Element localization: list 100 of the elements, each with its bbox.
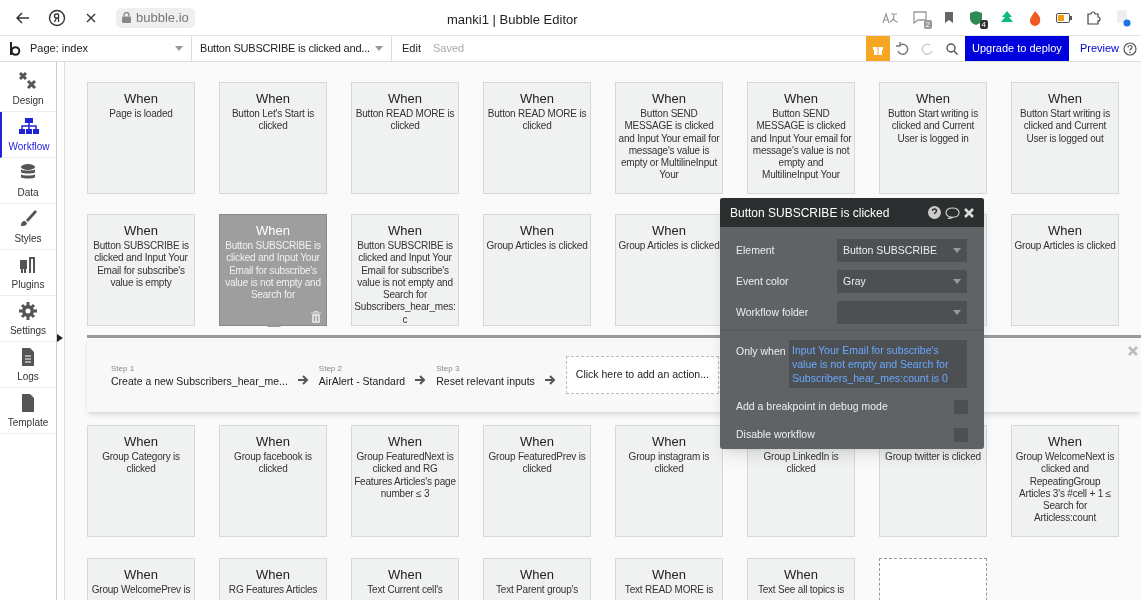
edit-menu[interactable]: Edit [402, 40, 421, 57]
event-card[interactable]: When Text Parent group's [483, 558, 591, 600]
event-card[interactable]: When Button SUBSCRIBE is clicked and Input Your Email for subscribe's value is empty [87, 214, 195, 326]
event-card[interactable]: When Group WelcomePrev is [87, 558, 195, 600]
event-description: Button SUBSCRIBE is clicked and Input Your Email for subscribe's value is not empty and Search for [224, 240, 322, 302]
event-heading: When [388, 91, 422, 107]
plugins-icon [18, 255, 38, 274]
event-card[interactable]: When Group FeaturedNext is clicked and RG Features Articles's page number ≤ 3 [351, 425, 459, 537]
dropdown-field[interactable]: Button SUBSCRIBE [837, 239, 967, 262]
event-description: Button SUBSCRIBE is clicked and Input Your Email for subscribe's value is not empty and Search for Subscribers_hear_mes:c [354, 240, 456, 325]
page-dropdown[interactable]: Page: index [22, 36, 192, 61]
event-card[interactable]: When Button READ MORE is clicked [483, 82, 591, 194]
battery-icon[interactable] [1056, 12, 1072, 23]
address-bar[interactable]: bubble.io [116, 7, 195, 28]
arrow-right-icon [544, 375, 556, 385]
event-heading: When [124, 223, 158, 239]
event-description: Button SEND MESSAGE is clicked and Input Your email for message's value is not empty and MultilineInput Your [750, 108, 852, 182]
event-heading: When [1048, 434, 1082, 450]
event-card[interactable]: When Text See all topics is [747, 558, 855, 600]
event-description: Group Articles is clicked [1014, 240, 1116, 253]
event-heading: When [652, 567, 686, 583]
expand-arrow-icon[interactable] [57, 334, 63, 342]
event-card[interactable]: When Group instagram is clicked [615, 425, 723, 537]
profile-icon[interactable] [1115, 8, 1131, 27]
dropdown-field[interactable] [837, 301, 967, 324]
event-heading: When [784, 91, 818, 107]
event-card[interactable]: When Group Articles is clicked [615, 214, 723, 326]
action-step[interactable]: Step 3 Reset relevant inputs [436, 362, 535, 388]
event-card[interactable]: When Text READ MORE is [615, 558, 723, 600]
browser-logo-icon[interactable] [48, 8, 66, 27]
event-heading: When [388, 434, 422, 450]
chat-icon[interactable] [912, 9, 928, 24]
puzzle-icon[interactable] [1086, 10, 1101, 25]
event-card[interactable]: When Button Let's Start is clicked [219, 82, 327, 194]
event-description: Group Articles is clicked [618, 240, 720, 253]
translate-icon [882, 10, 898, 25]
event-card[interactable]: When Group Articles is clicked [483, 214, 591, 326]
action-step[interactable]: Step 2 AirAlert - Standard [318, 362, 406, 388]
bookmark-icon[interactable] [944, 11, 954, 24]
help-icon[interactable] [1123, 41, 1137, 56]
dropdown-field[interactable]: Gray [837, 270, 967, 293]
bubble-logo-icon[interactable] [9, 41, 21, 56]
event-description: Group instagram is clicked [627, 451, 711, 476]
undo-icon[interactable] [895, 41, 910, 56]
preview-link[interactable]: Preview [1079, 40, 1119, 57]
event-description: Button SEND MESSAGE is clicked and Input Your email for message's value is empty or MultilineInput Your [618, 108, 720, 182]
event-description: Button Let's Start is clicked [230, 108, 316, 133]
dropdown-caret-icon [953, 310, 961, 315]
search-icon[interactable] [945, 42, 958, 55]
event-description: Button SUBSCRIBE is clicked and Input Your Email for subscribe's value is empty [92, 240, 190, 290]
event-heading: When [1048, 91, 1082, 107]
event-description: Text Parent group's [495, 584, 578, 597]
event-heading: When [520, 223, 554, 239]
event-card[interactable]: When Button SEND MESSAGE is clicked and Input Your email for message's value is not empty and MultilineInput Your [747, 82, 855, 194]
event-card[interactable]: When Text Current cell's [351, 558, 459, 600]
dropdown-caret-icon [175, 46, 183, 51]
event-heading: When [256, 91, 290, 107]
flame-icon[interactable] [1028, 9, 1042, 26]
event-card[interactable]: When Group FeaturedPrev is clicked [483, 425, 591, 537]
upgrade-button[interactable]: Upgrade to deploy [964, 36, 1069, 61]
event-card[interactable]: When Group facebook is clicked [219, 425, 327, 537]
field-label: Element [736, 242, 776, 258]
dropdown-caret-icon [953, 279, 961, 284]
event-card[interactable]: When Button Start writing is clicked and Current User is logged out [1011, 82, 1119, 194]
event-card[interactable]: When Button Start writing is clicked and Current User is logged in [879, 82, 987, 194]
styles-icon [18, 209, 38, 228]
event-description: Group facebook is clicked [233, 451, 313, 476]
event-card[interactable]: When Group Category is clicked [87, 425, 195, 537]
page-title: manki1 | Bubble Editor [447, 11, 578, 29]
event-description: Button READ MORE is clicked [354, 108, 456, 133]
workflow-dropdown[interactable]: Button SUBSCRIBE is clicked and... [192, 36, 392, 61]
field-label: Event color [736, 273, 790, 289]
event-heading: When [256, 434, 290, 450]
shield-icon[interactable] [968, 9, 984, 26]
event-card[interactable]: When Page is loaded [87, 82, 195, 194]
help-icon[interactable] [928, 206, 941, 219]
event-card[interactable]: When Button SUBSCRIBE is clicked and Input Your Email for subscribe's value is not empty and Search for Subscribers_hear_mes:c [351, 214, 459, 326]
design-icon [18, 71, 38, 90]
event-description: RG Features Articles [228, 584, 318, 597]
event-card[interactable]: When Button READ MORE is clicked [351, 82, 459, 194]
event-heading: When [256, 223, 290, 239]
event-description: Group Articles is clicked [486, 240, 588, 253]
event-card[interactable]: When RG Features Articles [219, 558, 327, 600]
action-step[interactable]: Step 1 Create a new Subscribers_hear_me... [111, 362, 288, 388]
event-description: Button Start writing is clicked and Current User is logged in [887, 108, 979, 145]
event-card[interactable]: When Button SEND MESSAGE is clicked and Input Your email for message's value is empty or MultilineInput Your [615, 82, 723, 194]
event-description: Button READ MORE is clicked [486, 108, 588, 133]
add-action-button[interactable]: Click here to add an action... [565, 356, 719, 394]
event-card[interactable]: When Group Articles is clicked [1011, 214, 1119, 326]
close-icon[interactable] [86, 12, 96, 23]
event-description: Group LinkedIn is clicked [762, 451, 840, 476]
comment-icon[interactable] [945, 206, 960, 219]
settings-icon [18, 301, 38, 320]
field-label: Workflow folder [736, 304, 810, 320]
event-heading: When [784, 567, 818, 583]
event-heading: When [1048, 223, 1082, 239]
event-heading: When [256, 567, 290, 583]
event-description: Text Current cell's [367, 584, 443, 597]
event-card[interactable]: When Group WelcomeNext is clicked and RepeatingGroup Articles 3's #cell + 1 ≤ Search for Articless:count [1011, 425, 1119, 537]
back-icon[interactable] [16, 11, 30, 24]
